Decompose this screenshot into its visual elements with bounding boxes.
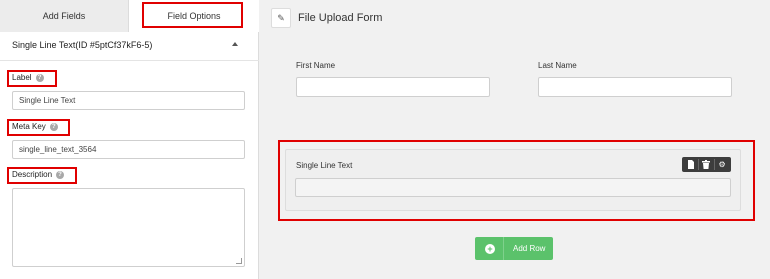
tab-add-fields[interactable]: Add Fields: [0, 0, 129, 32]
add-row-divider: [503, 237, 504, 260]
collapse-caret-icon[interactable]: [232, 42, 238, 46]
meta-key-input[interactable]: single_line_text_3564: [12, 140, 245, 159]
field-section-title: Single Line Text(ID #5ptCf37kF6-5): [12, 40, 153, 50]
plus-circle-icon: +: [485, 243, 495, 254]
label-input[interactable]: Single Line Text: [12, 91, 245, 110]
pencil-icon[interactable]: ✎: [271, 8, 291, 28]
last-name-label: Last Name: [538, 61, 577, 70]
meta-key-input-value: single_line_text_3564: [19, 145, 97, 154]
resize-handle-icon[interactable]: [236, 258, 242, 264]
section-divider: [0, 60, 259, 61]
first-name-label: First Name: [296, 61, 336, 70]
highlight-box-meta-key: [7, 119, 70, 136]
last-name-input[interactable]: [538, 77, 732, 97]
highlight-box-field-options: [142, 2, 243, 28]
highlight-box-description: [7, 167, 77, 184]
tab-add-fields-label: Add Fields: [42, 11, 86, 21]
highlight-box-field-row: [278, 140, 755, 221]
add-row-button[interactable]: + Add Row: [475, 237, 553, 260]
add-row-label: Add Row: [513, 244, 546, 253]
first-name-input[interactable]: [296, 77, 490, 97]
highlight-box-label: [7, 70, 57, 87]
field-options-sidebar: Add Fields Field Options Single Line Tex…: [0, 0, 259, 279]
form-title: File Upload Form: [298, 12, 383, 24]
description-textarea[interactable]: [12, 188, 245, 267]
label-input-value: Single Line Text: [19, 96, 76, 105]
